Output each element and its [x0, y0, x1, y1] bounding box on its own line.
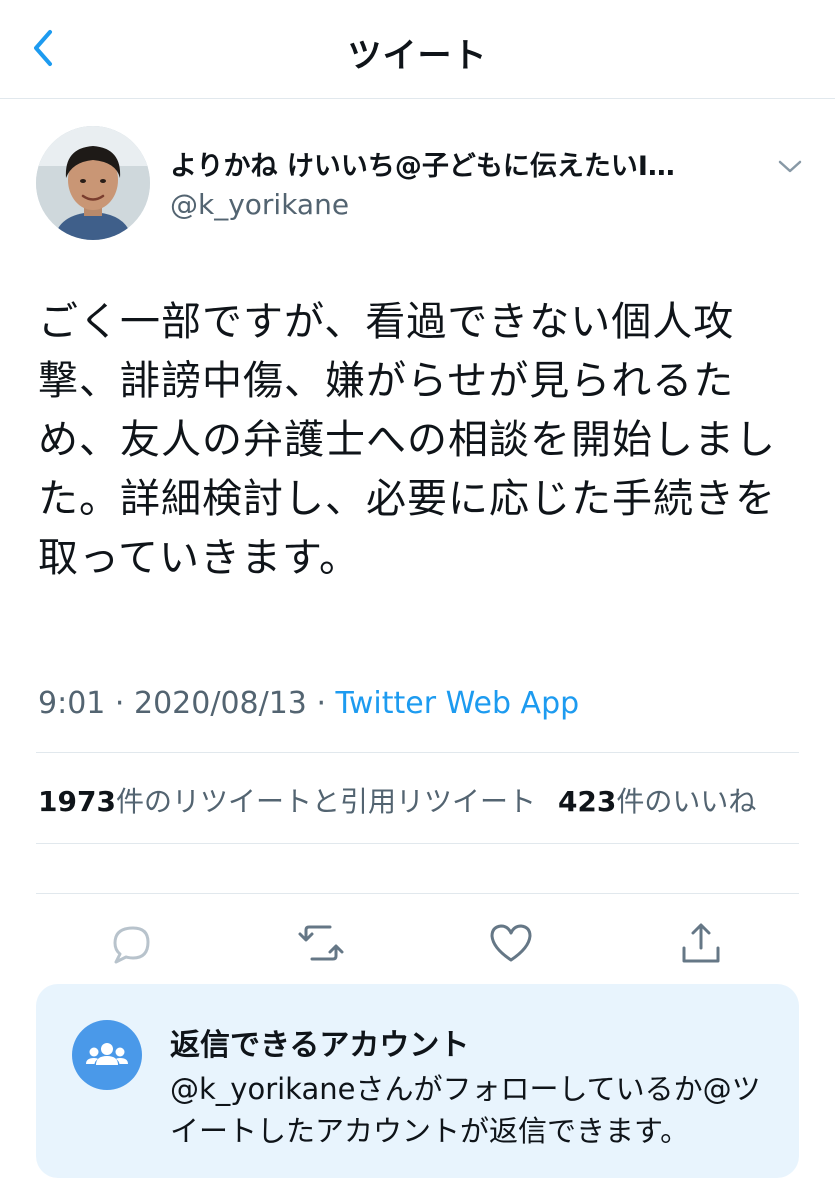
meta-separator: ·: [105, 686, 134, 721]
tweet-meta: 9:01 · 2020/08/13 · Twitter Web App: [38, 686, 579, 721]
retweet-icon: [298, 925, 344, 961]
reply-button[interactable]: [106, 918, 156, 968]
tweet-date: 2020/08/13: [133, 686, 307, 721]
meta-separator: ·: [306, 686, 336, 721]
reply-settings-panel: 返信できるアカウント @k_yorikaneさんがフォローしているか@ツイートし…: [36, 984, 799, 1178]
author-display-name[interactable]: よりかね けいいち@子どもに伝えたいI…: [170, 144, 750, 183]
divider: [36, 843, 799, 844]
top-bar: ツイート: [0, 0, 835, 99]
share-button[interactable]: [676, 918, 726, 968]
like-icon: [490, 924, 532, 962]
tweet-stats: 1973件のリツイートと引用リツイート 423件のいいね: [38, 780, 756, 820]
tweet-time: 9:01: [38, 686, 106, 721]
reply-settings-description: @k_yorikaneさんがフォローしているか@ツイートしたアカウントが返信でき…: [170, 1072, 761, 1148]
reply-icon: [113, 926, 150, 964]
divider: [36, 752, 799, 753]
retweet-label: 件のリツイートと引用リツイート: [115, 785, 536, 818]
reply-settings-icon-badge: [72, 1020, 142, 1090]
retweet-stat[interactable]: 1973件のリツイートと引用リツイート: [38, 785, 536, 818]
tweet-source-link[interactable]: Twitter Web App: [336, 686, 580, 721]
author-handle[interactable]: @k_yorikane: [170, 188, 349, 221]
chevron-down-icon: [778, 160, 802, 173]
retweet-button[interactable]: [296, 918, 346, 968]
tweet-text: ごく一部ですが、看過できない個人攻撃、誹謗中傷、嫌がらせが見られるため、友人の弁…: [38, 299, 776, 581]
avatar[interactable]: [36, 126, 150, 240]
page-title: ツイート: [347, 36, 488, 76]
like-button[interactable]: [486, 918, 536, 968]
like-stat[interactable]: 423件のいいね: [558, 785, 756, 818]
people-icon: [86, 1043, 128, 1065]
profile-photo: [36, 126, 150, 240]
share-icon: [682, 923, 720, 963]
reply-settings-title: 返信できるアカウント: [170, 1028, 470, 1063]
divider: [36, 893, 799, 894]
retweet-count: 1973: [38, 785, 116, 818]
like-count: 423: [557, 785, 617, 818]
tweet-menu-button[interactable]: [772, 148, 808, 184]
like-label: 件のいいね: [616, 785, 757, 818]
